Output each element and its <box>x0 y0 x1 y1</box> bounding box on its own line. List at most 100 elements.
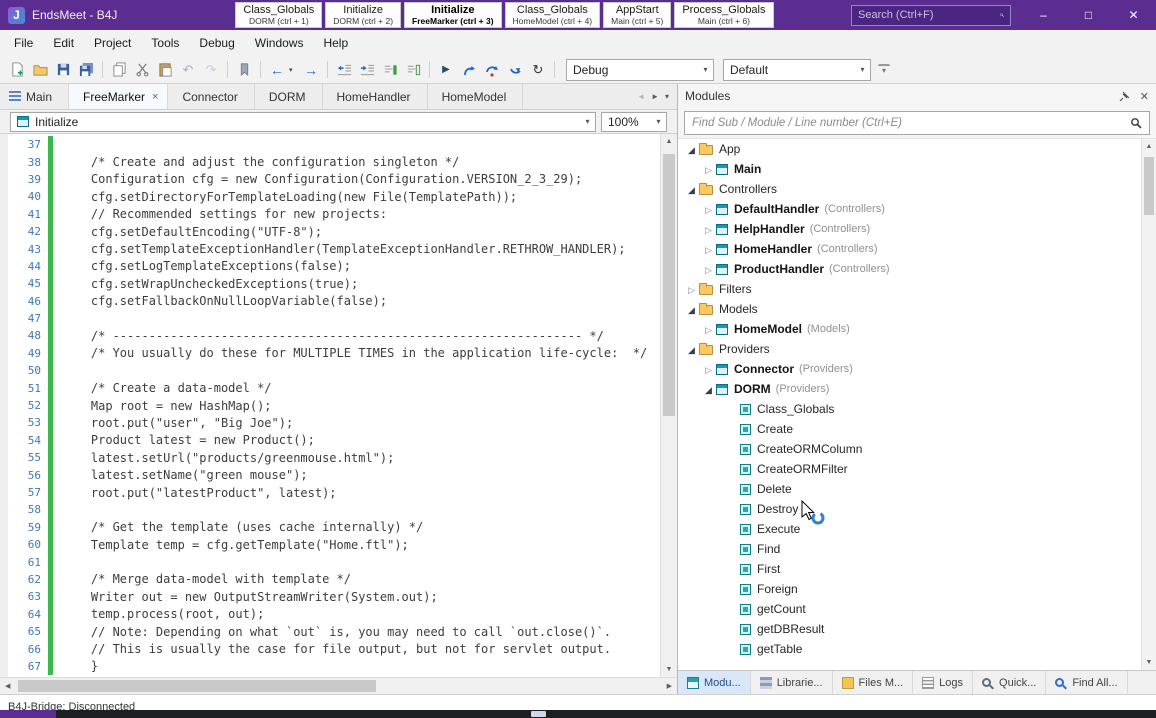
editor-vertical-scrollbar[interactable]: ▲ ▼ <box>660 134 677 677</box>
restart-button[interactable]: ↻ <box>527 59 549 81</box>
indent-button[interactable] <box>356 59 378 81</box>
code-line[interactable]: 37 <box>0 136 660 154</box>
step-over-button[interactable] <box>481 59 503 81</box>
save-button[interactable] <box>52 59 74 81</box>
tree-item[interactable]: Find <box>678 539 1156 559</box>
tab-scroll-right-icon[interactable]: ► <box>651 92 659 101</box>
bookmark-margin[interactable] <box>0 134 8 677</box>
code-editor[interactable]: 37 38 /* Create and adjust the configura… <box>0 134 677 677</box>
step-out-button[interactable] <box>504 59 526 81</box>
tree-expander-icon[interactable] <box>701 242 716 256</box>
code-line[interactable]: 66 // This is usually the case for file … <box>0 640 660 658</box>
panel-tab[interactable]: Find All... <box>1046 671 1128 694</box>
bookmark-button[interactable] <box>233 59 255 81</box>
tree-expander-icon[interactable] <box>701 262 716 276</box>
tree-item[interactable]: Destroy <box>678 499 1156 519</box>
quick-access-tab[interactable]: Class_Globals DORM (ctrl + 1) <box>235 2 323 28</box>
code-line[interactable]: 65 // Note: Depending on what `out` is, … <box>0 622 660 641</box>
vertical-scroll-thumb[interactable] <box>663 154 675 416</box>
tree-expander-icon[interactable] <box>701 202 716 216</box>
new-project-button[interactable] <box>6 59 28 81</box>
menu-item[interactable]: Tools <box>141 32 189 54</box>
tree-expander-icon[interactable] <box>684 182 699 196</box>
tree-vertical-scrollbar[interactable]: ▲ ▼ <box>1141 139 1156 670</box>
forward-button[interactable]: → <box>300 59 322 81</box>
tree-expander-icon[interactable] <box>701 322 716 336</box>
code-line[interactable]: 47 <box>0 309 660 328</box>
menu-item[interactable]: Help <box>313 32 358 54</box>
close-button[interactable]: ✕ <box>1111 0 1156 30</box>
quick-access-tab[interactable]: Initialize FreeMarker (ctrl + 3) <box>404 2 502 28</box>
tree-item[interactable]: ProductHandler (Controllers) <box>678 259 1156 279</box>
code-line[interactable]: 62 /* Merge data-model with template */ <box>0 570 660 589</box>
scroll-up-icon[interactable]: ▲ <box>1142 143 1156 150</box>
build-config-select[interactable]: Default ▾ <box>723 58 871 81</box>
tab-list-icon[interactable]: ▾ <box>665 92 669 101</box>
tree-item[interactable]: Delete <box>678 479 1156 499</box>
code-line[interactable]: 38 /* Create and adjust the configuratio… <box>0 153 660 171</box>
editor-tab[interactable]: FreeMarker × <box>69 84 169 109</box>
tree-item[interactable]: HelpHandler (Controllers) <box>678 219 1156 239</box>
tree-item[interactable]: getTable <box>678 639 1156 659</box>
tree-item[interactable]: Class_Globals <box>678 399 1156 419</box>
pin-icon[interactable] <box>1119 91 1130 102</box>
tree-expander-icon[interactable] <box>684 142 699 156</box>
code-line[interactable]: 45 cfg.setWrapUncheckedExceptions(true); <box>0 275 660 293</box>
editor-horizontal-scrollbar[interactable]: ◀ ▶ <box>0 677 677 694</box>
menu-item[interactable]: File <box>4 32 43 54</box>
redo-button[interactable]: ↷ <box>200 59 222 81</box>
taskbar[interactable] <box>0 710 1156 718</box>
code-line[interactable]: 51 /* Create a data-model */ <box>0 379 660 397</box>
code-line[interactable]: 43 cfg.setTemplateExceptionHandler(Templ… <box>0 240 660 258</box>
tree-expander-icon[interactable] <box>701 162 716 176</box>
code-line[interactable]: 56 latest.setName("green mouse"); <box>0 466 660 484</box>
tree-item[interactable]: Models <box>678 299 1156 319</box>
code-line[interactable]: 59 /* Get the template (uses cache inter… <box>0 518 660 536</box>
horizontal-scroll-thumb[interactable] <box>18 680 376 692</box>
tree-item[interactable]: Main <box>678 159 1156 179</box>
panel-tab[interactable]: Modu... <box>678 671 751 694</box>
panel-tab[interactable]: Logs <box>913 671 974 694</box>
tree-item[interactable]: Execute <box>678 519 1156 539</box>
back-history-dropdown-icon[interactable]: ▾ <box>289 66 299 74</box>
scroll-left-icon[interactable]: ◀ <box>5 682 10 690</box>
code-line[interactable]: 44 cfg.setLogTemplateExceptions(false); <box>0 257 660 276</box>
code-line[interactable]: 61 <box>0 553 660 571</box>
tree-expander-icon[interactable] <box>701 382 716 396</box>
code-line[interactable]: 64 temp.process(root, out); <box>0 605 660 623</box>
tree-expander-icon[interactable] <box>701 222 716 236</box>
panel-tab[interactable]: Librarie... <box>751 671 833 694</box>
tree-item[interactable]: Providers <box>678 339 1156 359</box>
sub-selector[interactable]: Initialize ▾ <box>10 111 596 132</box>
menu-item[interactable]: Windows <box>245 32 314 54</box>
tree-item[interactable]: Filters <box>678 279 1156 299</box>
save-all-button[interactable] <box>75 59 97 81</box>
quick-access-tab[interactable]: Class_Globals HomeModel (ctrl + 4) <box>504 2 601 28</box>
tree-expander-icon[interactable] <box>684 282 699 296</box>
copy-button[interactable] <box>108 59 130 81</box>
code-line[interactable]: 52 Map root = new HashMap(); <box>0 396 660 415</box>
code-line[interactable]: 60 Template temp = cfg.getTemplate("Home… <box>0 535 660 554</box>
taskbar-app-icon[interactable] <box>531 711 546 717</box>
tree-item[interactable]: getCount <box>678 599 1156 619</box>
uncomment-button[interactable] <box>402 59 424 81</box>
comment-button[interactable] <box>379 59 401 81</box>
tree-item[interactable]: HomeHandler (Controllers) <box>678 239 1156 259</box>
menu-item[interactable]: Project <box>84 32 141 54</box>
modules-search[interactable] <box>684 111 1150 135</box>
cut-button[interactable] <box>131 59 153 81</box>
code-line[interactable]: 48 /* ----------------------------------… <box>0 327 660 345</box>
tab-close-icon[interactable]: × <box>152 91 158 103</box>
quick-access-tab[interactable]: AppStart Main (ctrl + 5) <box>603 2 672 28</box>
scroll-up-icon[interactable]: ▲ <box>661 138 677 145</box>
paste-button[interactable] <box>154 59 176 81</box>
code-line[interactable]: 54 Product latest = new Product(); <box>0 431 660 450</box>
tree-expander-icon[interactable] <box>684 342 699 356</box>
modules-search-input[interactable] <box>692 117 1130 129</box>
panel-tab[interactable]: Files M... <box>833 671 914 694</box>
code-line[interactable]: 41 // Recommended settings for new proje… <box>0 205 660 223</box>
tree-item[interactable]: App <box>678 139 1156 159</box>
code-line[interactable]: 57 root.put("latestProduct", latest); <box>0 483 660 502</box>
editor-tab[interactable]: DORM <box>255 84 323 109</box>
tree-item[interactable]: CreateORMColumn <box>678 439 1156 459</box>
